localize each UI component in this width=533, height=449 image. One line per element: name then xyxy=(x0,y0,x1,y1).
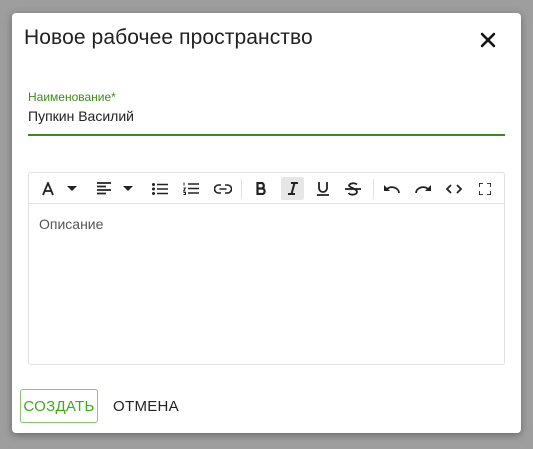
strikethrough-icon[interactable] xyxy=(343,177,363,200)
code-icon[interactable] xyxy=(443,177,465,200)
fullscreen-icon[interactable] xyxy=(475,177,495,200)
dropdown-caret-icon[interactable] xyxy=(123,177,133,200)
font-color-icon[interactable] xyxy=(39,177,57,200)
name-field-label: Наименование* xyxy=(28,90,116,104)
description-placeholder: Описание xyxy=(39,216,104,232)
dropdown-caret-icon[interactable] xyxy=(67,177,77,200)
toolbar-divider xyxy=(241,179,242,199)
undo-icon[interactable] xyxy=(382,177,402,200)
bold-icon[interactable] xyxy=(251,177,271,200)
dialog-title: Новое рабочее пространство xyxy=(24,26,313,49)
name-field[interactable]: Наименование* xyxy=(28,86,505,136)
align-left-icon[interactable] xyxy=(95,177,113,200)
link-icon[interactable] xyxy=(213,177,233,200)
bulleted-list-icon[interactable] xyxy=(151,177,169,200)
cancel-button[interactable]: ОТМЕНА xyxy=(108,389,184,423)
close-icon[interactable] xyxy=(476,28,500,52)
italic-icon[interactable] xyxy=(281,177,304,200)
workspace-dialog: Новое рабочее пространство Наименование* xyxy=(12,13,521,433)
numbered-list-icon[interactable] xyxy=(182,177,200,200)
underline-icon[interactable] xyxy=(313,177,333,200)
editor-toolbar xyxy=(29,173,504,204)
create-button[interactable]: СОЗДАТЬ xyxy=(20,389,98,423)
name-input[interactable] xyxy=(28,106,505,126)
toolbar-divider xyxy=(373,179,374,199)
editor-content-area[interactable]: Описание xyxy=(29,204,504,363)
description-editor: Описание xyxy=(28,172,505,365)
redo-icon[interactable] xyxy=(413,177,433,200)
